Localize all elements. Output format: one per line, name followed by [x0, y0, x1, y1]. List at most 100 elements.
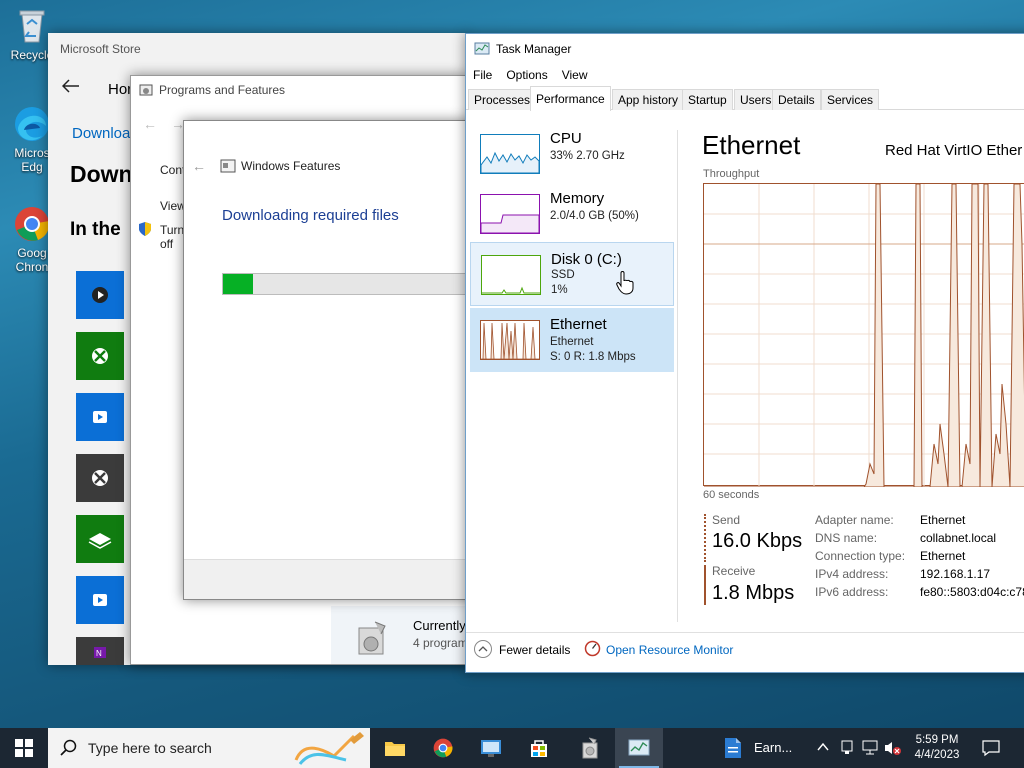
volume-muted-icon[interactable]: [884, 740, 902, 759]
control-panel-home-link[interactable]: Cont: [160, 163, 185, 177]
send-label: Send: [712, 513, 741, 527]
store-titlebar[interactable]: Microsoft Store: [48, 33, 468, 65]
sidebar-item-disk[interactable]: Disk 0 (C:) SSD 1%: [470, 242, 674, 306]
fewer-details-button[interactable]: Fewer details: [499, 643, 570, 657]
tab-performance[interactable]: Performance: [530, 86, 611, 111]
app-tile-onenote[interactable]: N: [76, 637, 124, 665]
download-progress-fill: [223, 274, 253, 294]
ethernet-adapter-name: Ethernet: [550, 336, 594, 348]
cpu-label: CPU: [550, 130, 582, 147]
clock-time: 5:59 PM: [915, 734, 959, 746]
programs-icon: [139, 84, 153, 96]
chevron-up-icon[interactable]: [816, 740, 830, 757]
downloads-link[interactable]: Downloa: [72, 125, 130, 142]
download-progress-bar: [222, 273, 472, 295]
installer-box-icon: [358, 621, 386, 655]
clock-date: 4/4/2023: [914, 749, 960, 761]
app-tile-xbox[interactable]: [76, 332, 124, 380]
start-button[interactable]: [0, 728, 48, 768]
turn-features-link[interactable]: Turn: [160, 223, 184, 237]
memory-label: Memory: [550, 190, 605, 207]
throughput-graph: [703, 183, 1024, 488]
store-title: Microsoft Store: [60, 42, 141, 56]
windows-features-dialog[interactable]: ← Windows Features Downloading required …: [183, 120, 473, 600]
tm-titlebar[interactable]: Task Manager: [466, 34, 1024, 64]
tab-users[interactable]: Users: [734, 89, 778, 110]
programs-title: Programs and Features: [159, 83, 286, 97]
memory-thumbnail-graph: [480, 194, 540, 234]
search-icon: [60, 739, 77, 756]
open-resource-monitor-link[interactable]: Open Resource Monitor: [606, 643, 733, 657]
edge-icon: [12, 104, 52, 144]
status-program-count: 4 program: [413, 636, 468, 650]
info-value-adapter: Ethernet: [920, 513, 966, 527]
turn-features-link-line2[interactable]: off: [160, 237, 173, 251]
store-section-heading: In the: [70, 219, 121, 240]
chrome-icon: [12, 204, 52, 244]
control-panel-icon: [481, 740, 501, 757]
chrome-icon: [433, 738, 453, 758]
info-label-ipv6: IPv6 address:: [815, 585, 889, 599]
task-manager-window[interactable]: Task Manager File Options View Processes…: [465, 33, 1024, 673]
task-manager-icon: [628, 739, 650, 756]
info-value-connection: Ethernet: [920, 549, 966, 563]
app-tile-video-editor[interactable]: [76, 576, 124, 624]
document-icon: [725, 738, 741, 758]
send-value: 16.0 Kbps: [712, 530, 803, 552]
search-placeholder: Type here to search: [88, 740, 212, 756]
disk-type: SSD: [551, 269, 575, 281]
taskbar-file-explorer[interactable]: [371, 728, 419, 768]
info-label-dns: DNS name:: [815, 531, 878, 545]
app-tile-video[interactable]: [76, 393, 124, 441]
nav-back-icon[interactable]: ←: [143, 116, 157, 132]
app-tile-xbox-bar[interactable]: [76, 454, 124, 502]
view-updates-link[interactable]: View: [160, 199, 186, 213]
receive-label: Receive: [712, 564, 756, 578]
taskbar-programs-features[interactable]: [566, 728, 614, 768]
taskbar-microsoft-store[interactable]: [515, 728, 563, 768]
dialog-back-icon[interactable]: ←: [192, 158, 206, 174]
sidebar-item-cpu[interactable]: CPU 33% 2.70 GHz: [470, 122, 674, 186]
tab-processes[interactable]: Processes: [468, 89, 537, 110]
app-tile-movies[interactable]: [76, 271, 124, 319]
chevron-up-icon[interactable]: [474, 640, 492, 658]
disk-label: Disk 0 (C:): [551, 251, 622, 268]
store-heading: Down: [70, 161, 133, 187]
ethernet-icon[interactable]: [862, 740, 880, 759]
network-monitor-icon[interactable]: [840, 740, 854, 759]
xbox-icon: [92, 348, 108, 364]
hand-cursor-icon: [616, 271, 634, 295]
shield-icon: [137, 221, 153, 240]
app-tile-solitaire[interactable]: [76, 515, 124, 563]
ethernet-throughput: S: 0 R: 1.8 Mbps: [550, 351, 636, 363]
installer-box-icon: [582, 737, 598, 759]
video-icon: [93, 594, 107, 606]
taskbar-control-panel[interactable]: [467, 728, 515, 768]
store-bag-icon: [531, 740, 547, 757]
tab-services[interactable]: Services: [821, 89, 880, 110]
taskbar-earnings-app[interactable]: Earn...: [720, 728, 800, 768]
menu-view[interactable]: View: [555, 66, 595, 86]
sidebar-item-memory[interactable]: Memory 2.0/4.0 GB (50%): [470, 182, 674, 246]
receive-value: 1.8 Mbps: [712, 582, 795, 604]
memory-usage: 2.0/4.0 GB (50%): [550, 210, 639, 222]
taskbar-clock[interactable]: 5:59 PM 4/4/2023: [906, 733, 968, 763]
sidebar-item-ethernet[interactable]: Ethernet Ethernet S: 0 R: 1.8 Mbps: [470, 308, 674, 372]
tab-startup[interactable]: Startup: [682, 89, 733, 110]
notification-center-icon[interactable]: [982, 739, 1000, 760]
back-arrow-icon[interactable]: [61, 79, 80, 96]
tab-app-history[interactable]: App history: [612, 89, 685, 110]
taskbar-task-manager[interactable]: [615, 728, 663, 768]
store-home-tab[interactable]: Hor: [108, 81, 132, 98]
menu-file[interactable]: File: [466, 66, 499, 86]
menu-options[interactable]: Options: [499, 66, 554, 86]
graph-time-label: 60 seconds: [703, 489, 760, 501]
windows-logo-icon: [15, 739, 33, 757]
download-status-text: Downloading required files: [222, 207, 399, 224]
programs-titlebar[interactable]: Programs and Features: [131, 76, 467, 104]
taskbar-chrome[interactable]: [419, 728, 467, 768]
ethernet-thumbnail-graph: [480, 320, 540, 360]
tm-title: Task Manager: [496, 42, 572, 56]
taskbar-search-box[interactable]: Type here to search: [48, 728, 370, 768]
tab-details[interactable]: Details: [772, 89, 821, 110]
